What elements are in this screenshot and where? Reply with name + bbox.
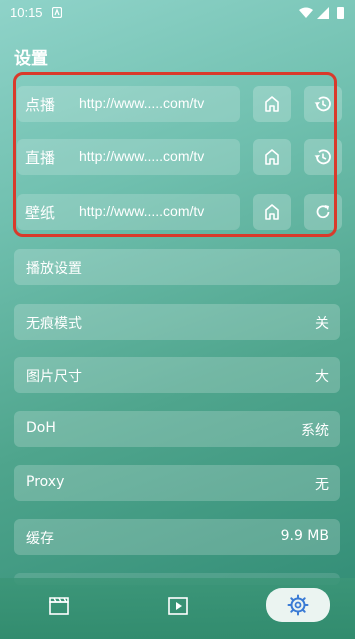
image-size-row[interactable]: 图片尺寸 大 [14, 357, 340, 393]
highlight-annotation-box [13, 72, 337, 237]
proxy-row[interactable]: Proxy 无 [14, 465, 340, 501]
proxy-label: Proxy [26, 474, 65, 490]
playback-settings-row[interactable]: 播放设置 [14, 249, 340, 285]
signal-icon [317, 7, 329, 19]
cache-value: 9.9 MB [280, 528, 329, 544]
status-indicators [299, 7, 344, 19]
status-time: 10:15 [10, 5, 43, 20]
doh-row[interactable]: DoH 系统 [14, 411, 340, 447]
image-size-value: 大 [315, 369, 329, 385]
incognito-mode-row[interactable]: 无痕模式 关 [14, 304, 340, 340]
doh-label: DoH [26, 420, 56, 436]
cache-label: 缓存 [26, 531, 54, 547]
playback-settings-label: 播放设置 [26, 261, 82, 277]
settings-gear-icon [287, 594, 309, 616]
page-title: 设置 [14, 49, 48, 69]
proxy-value: 无 [315, 477, 329, 493]
incognito-mode-label: 无痕模式 [26, 316, 82, 332]
cache-row[interactable]: 缓存 9.9 MB [14, 519, 340, 555]
nav-live-tab[interactable] [156, 588, 200, 622]
status-bar: 10:15 [0, 0, 355, 26]
image-size-label: 图片尺寸 [26, 369, 82, 385]
battery-icon [337, 7, 344, 19]
wifi-icon [299, 7, 313, 18]
notification-app-icon [52, 7, 62, 18]
bottom-navigation [0, 578, 355, 639]
nav-settings-tab[interactable] [266, 588, 330, 622]
movie-clapper-icon [49, 597, 69, 615]
nav-vod-tab[interactable] [37, 588, 81, 622]
play-box-icon [168, 597, 188, 615]
doh-value: 系统 [301, 423, 329, 439]
incognito-mode-value: 关 [315, 316, 329, 332]
